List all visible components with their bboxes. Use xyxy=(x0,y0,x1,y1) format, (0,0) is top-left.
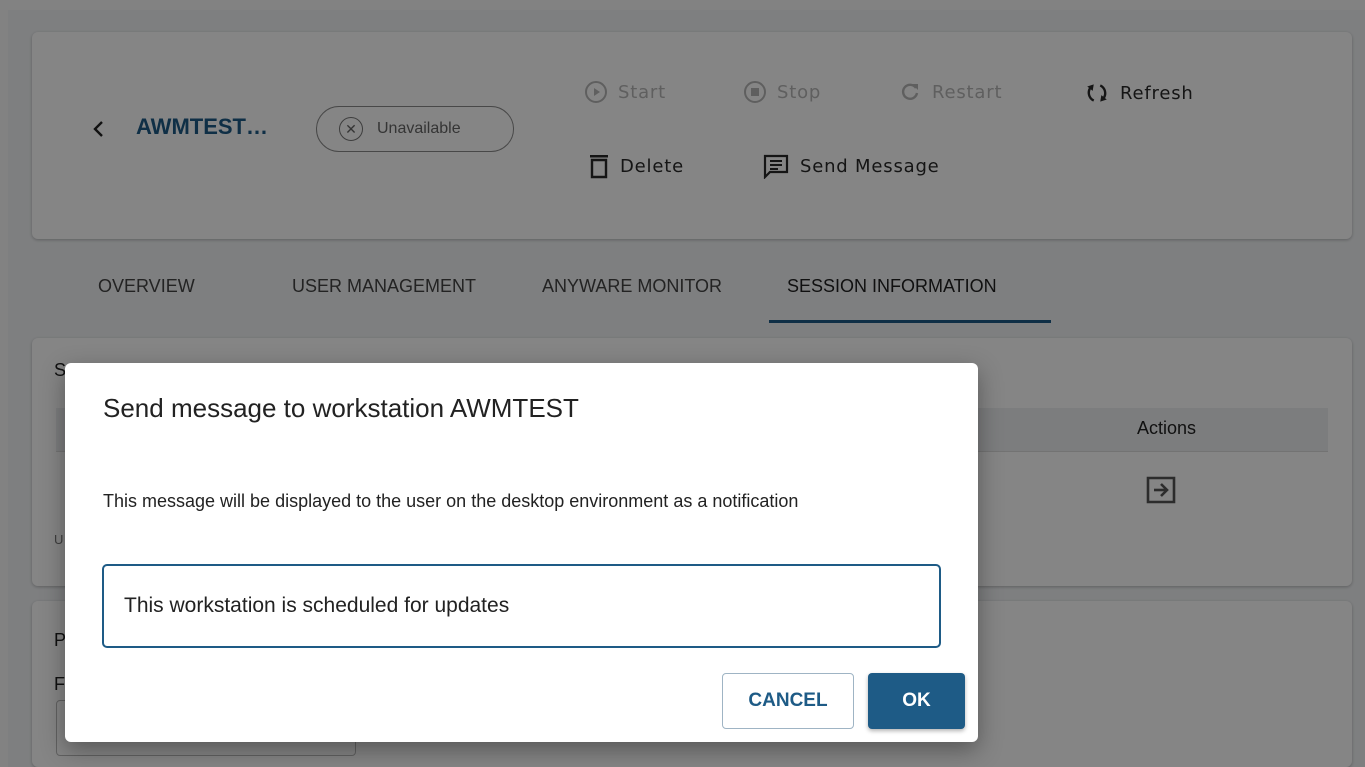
dialog-description: This message will be displayed to the us… xyxy=(103,491,799,511)
send-message-dialog: Send message to workstation AWMTEST This… xyxy=(65,363,978,742)
ok-button[interactable]: OK xyxy=(868,673,965,729)
dialog-title: Send message to workstation AWMTEST xyxy=(103,393,579,423)
cancel-button[interactable]: CANCEL xyxy=(722,673,854,729)
message-input[interactable]: This workstation is scheduled for update… xyxy=(102,564,941,648)
